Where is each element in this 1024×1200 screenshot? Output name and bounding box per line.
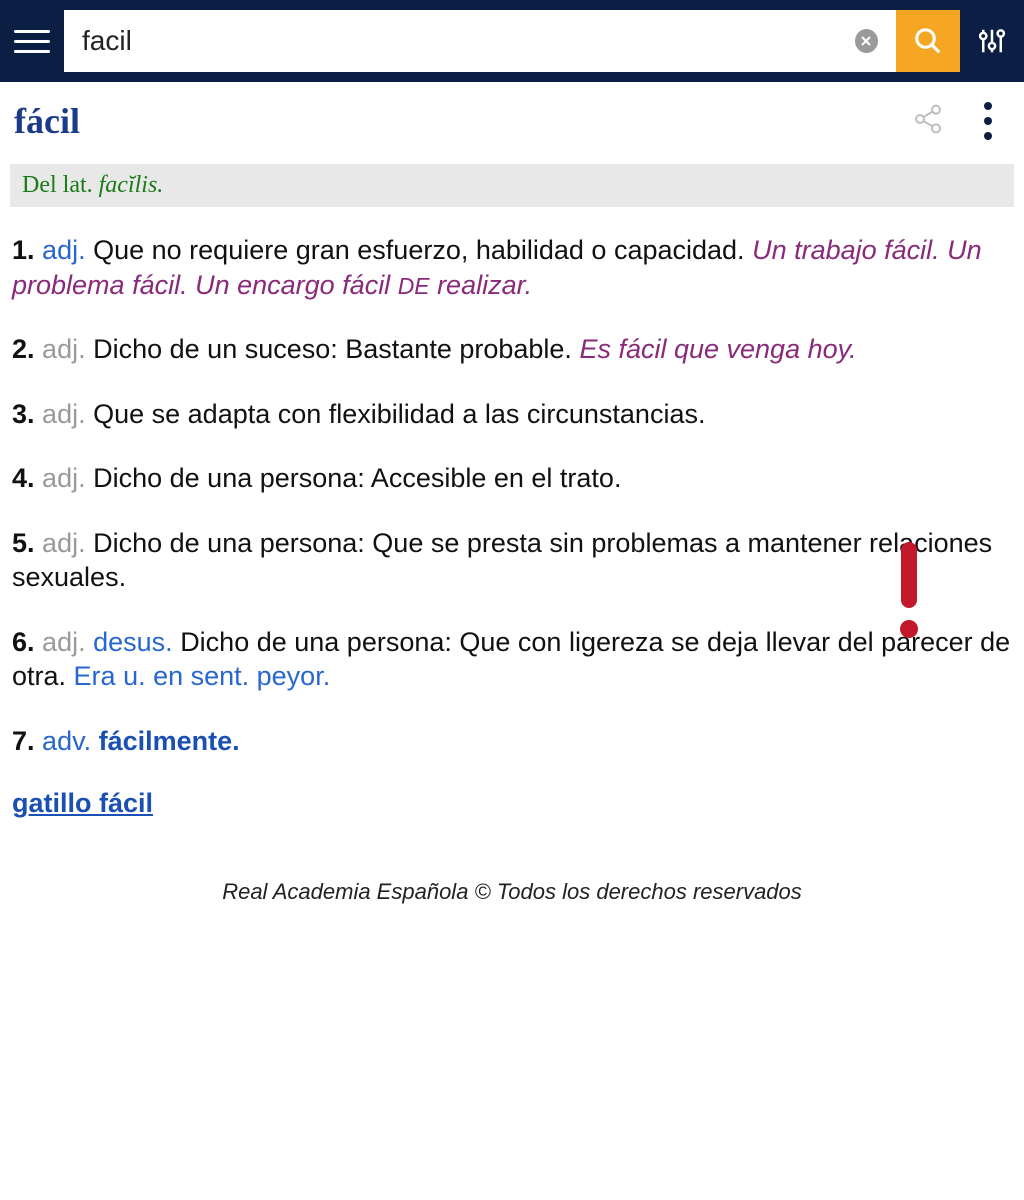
top-bar (0, 0, 1024, 82)
etym-word: facĭlis. (99, 172, 164, 198)
search-box (64, 10, 896, 72)
pos-abbr[interactable]: adj. (42, 235, 86, 265)
headword: fácil (14, 100, 80, 142)
title-bar: fácil (0, 82, 1024, 164)
content: fácil Del lat. facĭlis. 1. adj. Que no r… (0, 82, 1024, 905)
pos-abbr[interactable]: adj. (42, 463, 86, 493)
usage-note[interactable]: Era u. en sent. peyor. (74, 661, 331, 691)
clear-icon[interactable] (855, 29, 878, 53)
definition-4: 4. adj. Dicho de una persona: Accesible … (12, 461, 1012, 496)
search-input[interactable] (82, 25, 855, 57)
search-wrap (64, 10, 960, 72)
etymology: Del lat. facĭlis. (10, 164, 1014, 207)
etym-prefix: Del lat. (22, 172, 99, 198)
pos-abbr[interactable]: adj. (42, 627, 86, 657)
title-actions (912, 102, 1010, 140)
definition-2: 2. adj. Dicho de un suceso: Bastante pro… (12, 332, 1012, 367)
definition-5: 5. adj. Dicho de una persona: Que se pre… (12, 526, 1012, 595)
definition-3: 3. adj. Que se adapta con flexibilidad a… (12, 397, 1012, 432)
pos-abbr[interactable]: adj. (42, 334, 86, 364)
settings-icon[interactable] (974, 26, 1010, 56)
definitions: 1. adj. Que no requiere gran esfuerzo, h… (0, 233, 1024, 758)
more-icon[interactable] (984, 102, 992, 140)
menu-icon[interactable] (14, 23, 50, 59)
definition-7: 7. adv. fácilmente. (12, 724, 1012, 759)
copyright: Real Academia Española © Todos los derec… (0, 879, 1024, 905)
pos-abbr[interactable]: adj. (42, 399, 86, 429)
definition-6: 6. adj. desus. Dicho de una persona: Que… (12, 625, 1012, 694)
cross-ref-link[interactable]: fácilmente. (99, 726, 240, 756)
related-link[interactable]: gatillo fácil (12, 788, 153, 818)
pos-abbr[interactable]: adv. (42, 726, 91, 756)
example: Es fácil que venga hoy. (579, 334, 856, 364)
definition-1: 1. adj. Que no requiere gran esfuerzo, h… (12, 233, 1012, 302)
share-icon[interactable] (912, 103, 944, 140)
alert-icon[interactable] (900, 542, 918, 638)
search-button[interactable] (896, 10, 960, 72)
related-entry: gatillo fácil (0, 788, 1024, 819)
usage-marker[interactable]: desus. (93, 627, 173, 657)
pos-abbr[interactable]: adj. (42, 528, 86, 558)
